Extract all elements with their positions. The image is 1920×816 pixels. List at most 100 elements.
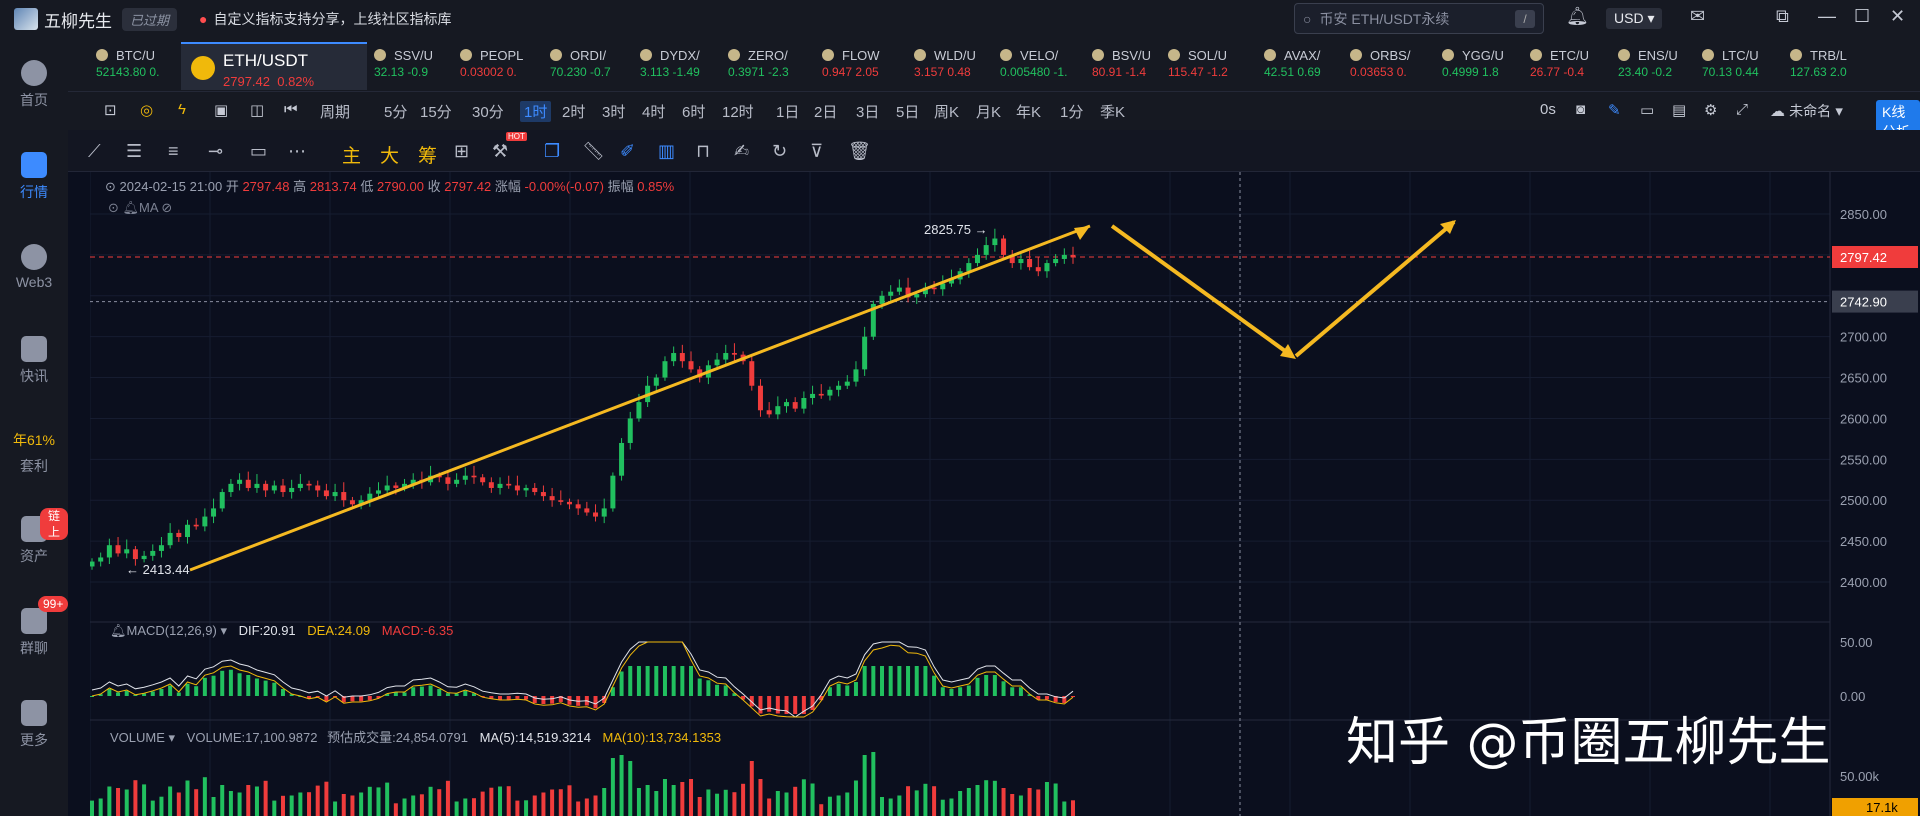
ticker-item[interactable]: ZERO/0.3971 -2.3 [728,48,818,79]
chips-button[interactable]: 筹 [418,141,437,168]
currency-select[interactable]: USD ▾ [1606,8,1663,29]
ticker-item[interactable]: ORBS/0.03653 0. [1350,48,1440,79]
filter-icon[interactable]: ⊽ [810,141,823,162]
active-ticker[interactable]: ETH/USDT 2797.42 0.82% [181,42,367,90]
ticker-last: 115.47 [1168,65,1204,79]
notice-banner[interactable]: ● 自定义指标支持分享，上线社区指标库 [199,9,451,29]
period-tab[interactable]: 1时 [520,101,552,122]
period-tab[interactable]: 5分 [384,101,407,122]
brush-icon[interactable]: ✐ [620,141,635,162]
layout-icon[interactable]: ◫ [250,101,264,119]
main-indicator-button[interactable]: 主 [342,141,361,168]
candle-body [211,508,217,517]
ticker-item[interactable]: PEOPL 0.03002 0. [460,48,550,79]
settings-icon[interactable]: ⚙ [1704,101,1717,119]
trash-icon[interactable]: 🗑︎ [848,141,871,162]
period-tab[interactable]: 1分 [1060,101,1083,122]
replay-icon[interactable]: ⏮ [284,101,298,118]
period-tab[interactable]: 周期 [320,101,350,122]
lock-icon[interactable]: ⊓ [696,141,710,162]
big-order-button[interactable]: 大 [380,141,399,168]
fullscreen-icon[interactable]: ⤢ [1736,101,1748,118]
ticker-item[interactable]: DYDX/3.113 -1.49 [640,48,730,79]
collapse-icon[interactable]: ⊙ [105,179,116,194]
copy-icon[interactable]: ❐ [544,141,560,162]
ticker-item[interactable]: ENS/U 23.40 -0.2 [1618,48,1708,79]
period-tab[interactable]: 周K [934,101,959,122]
calendar-icon[interactable]: ▣ [214,101,228,119]
minimize-icon[interactable]: — [1818,6,1836,27]
trend-line-icon[interactable]: ⟋ [88,141,101,162]
pen-icon[interactable]: ✎ [1608,101,1621,119]
ticker-item[interactable]: YGG/U 0.4999 1.8 [1442,48,1532,79]
period-tab[interactable]: 年K [1016,101,1041,122]
period-tab[interactable]: 3时 [602,101,625,122]
brand[interactable]: 五柳先生 已过期 [14,7,178,32]
chart-type-icon[interactable]: ⊡ [104,101,117,119]
ticker-item[interactable]: AVAX/42.51 0.69 [1264,48,1354,79]
ticker-item[interactable]: VELO/0.005480 -1. [1000,48,1090,79]
compass-icon[interactable]: ◎ [140,101,153,119]
strategy-icon[interactable]: ⚒ [492,141,508,162]
ma-indicator-label[interactable]: ⊙ 🔔︎MA ⊘ [108,200,172,216]
comment-icon[interactable]: ▭ [1640,101,1654,119]
sidebar-item-more[interactable]: 更多 [0,700,68,750]
ticker-item[interactable]: TRB/L 127.63 2.0 [1790,48,1880,79]
sidebar-item-market[interactable]: 行情 [0,152,68,202]
period-tab[interactable]: 12时 [722,101,754,122]
volume-bar [176,792,181,816]
mail-icon[interactable]: ✉ [1690,6,1705,27]
period-tab[interactable]: 6时 [682,101,705,122]
ticker-price: 3.113 -1.49 [640,65,730,79]
parallel-lines-icon[interactable]: ☰ [126,141,142,162]
formula-icon[interactable]: ⊞ [454,141,469,162]
bell-icon[interactable]: 🔔︎ [1566,6,1589,27]
period-tab[interactable]: 15分 [420,101,452,122]
alert-icon[interactable]: 🔔︎ [110,623,127,638]
sidebar-item-chat[interactable]: 群聊 99+ [0,596,69,658]
ruler-icon[interactable]: 📏︎ [582,141,605,162]
magnet-icon[interactable]: ↻ [772,141,787,162]
camera-icon[interactable]: ◙ [1576,101,1585,118]
close-icon[interactable]: ✕ [1890,6,1905,27]
period-tab[interactable]: 5日 [896,101,919,122]
ticker-item[interactable]: SSV/U 32.13 -0.9 [374,48,464,79]
maximize-icon[interactable]: ☐ [1854,6,1870,27]
macd-name[interactable]: MACD(12,26,9) [127,623,217,638]
sidebar-item-news[interactable]: 快讯 [0,336,68,386]
search-box[interactable]: ○ 币安 ETH/USDT永续 / [1294,3,1544,34]
ticker-item[interactable]: WLD/U 3.157 0.48 [914,48,1004,79]
sidebar-item-home[interactable]: 首页 [0,60,68,110]
ticker-item[interactable]: FLOW 0.947 2.05 [822,48,912,79]
period-tab[interactable]: 1日 [776,101,799,122]
ticker-item[interactable]: BTC/U 52143.80 0. [96,48,186,79]
pin-icon[interactable]: ⧉ [1776,6,1789,27]
ticker-item[interactable]: ORDI/70.230 -0.7 [550,48,640,79]
more-tools-icon[interactable]: ⋯ [288,141,306,162]
cloud-icon[interactable]: ☁ 未命名 ▾ [1770,101,1843,121]
horizontal-line-icon[interactable]: ⊸ [208,141,223,162]
ticker-item[interactable]: SOL/U 115.47 -1.2 [1168,48,1258,79]
period-tab[interactable]: 季K [1100,101,1125,122]
period-tab[interactable]: 月K [976,101,1001,122]
template-icon[interactable]: ▤ [1672,101,1686,119]
period-tab[interactable]: 2日 [814,101,837,122]
sidebar-item-arbitrage[interactable]: 年61% 套利 [0,430,68,476]
volume-name[interactable]: VOLUME [110,730,165,745]
sidebar-item-assets[interactable]: 资产 链上 [0,508,68,566]
edit-list-icon[interactable]: ✍ [734,141,749,162]
sidebar-item-web3[interactable]: Web3 [0,244,68,290]
timer-label[interactable]: 0s [1540,101,1556,118]
period-tab[interactable]: 4时 [642,101,665,122]
ticker-item[interactable]: ETC/U 26.77 -0.4 [1530,48,1620,79]
ticker-item[interactable]: LTC/U 70.13 0.44 [1702,48,1792,79]
search-input[interactable]: 币安 ETH/USDT永续 [1319,9,1515,29]
lightning-icon[interactable]: ϟ [178,101,186,118]
rectangle-icon[interactable]: ▭ [250,141,267,162]
bars-pattern-icon[interactable]: ▥ [658,141,675,162]
period-tab[interactable]: 30分 [472,101,504,122]
expired-badge[interactable]: 已过期 [122,7,178,31]
period-tab[interactable]: 3日 [856,101,879,122]
channel-icon[interactable]: ≡ [168,141,179,162]
period-tab[interactable]: 2时 [562,101,585,122]
